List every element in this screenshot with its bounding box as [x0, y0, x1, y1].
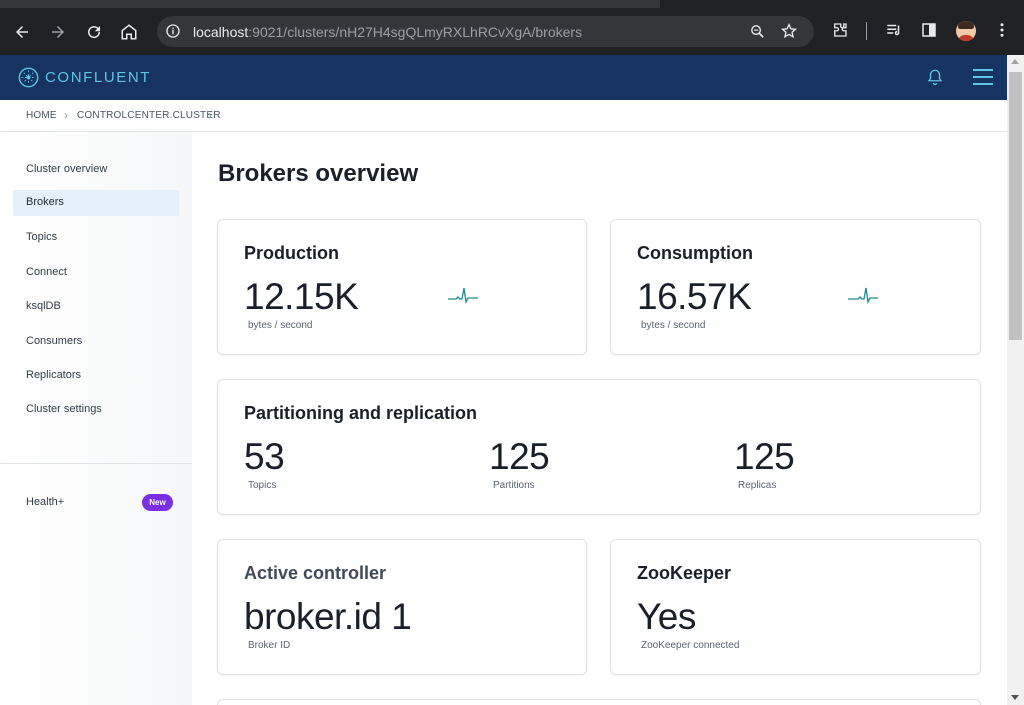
production-sparkline-icon [448, 287, 478, 305]
topics-count: 53 [244, 436, 285, 477]
avatar-hair [958, 21, 974, 29]
consumption-value: 16.57K [637, 276, 752, 317]
brand-name: CONFLUENT [45, 69, 152, 86]
side-panel-icon [922, 23, 936, 37]
active-controller-unit: Broker ID [248, 640, 291, 651]
url-text[interactable]: localhost:9021/clusters/nH27H4sgQLmyRXLh… [193, 24, 582, 40]
sidebar-divider [0, 463, 192, 464]
consumption-card[interactable]: Consumption 16.57K bytes / second [610, 219, 981, 355]
sidebar-item-connect[interactable]: Connect [13, 260, 179, 286]
back-button[interactable] [10, 20, 34, 44]
sidebar-item-cluster-overview[interactable]: Cluster overview [13, 157, 179, 183]
sidebar-item-label: Cluster overview [26, 163, 108, 175]
active-controller-value: broker.id 1 [244, 596, 412, 637]
url-host: localhost [193, 24, 249, 40]
sidebar-item-health-plus[interactable]: Health+ New [13, 493, 179, 513]
extensions-button[interactable] [829, 19, 851, 41]
partitioning-title: Partitioning and replication [244, 403, 478, 423]
consumption-title: Consumption [637, 243, 753, 263]
production-unit: bytes / second [248, 320, 313, 331]
reload-icon [88, 26, 101, 39]
home-button[interactable] [117, 20, 141, 44]
replicas-count: 125 [734, 436, 795, 477]
breadcrumb-cluster[interactable]: CONTROLCENTER.CLUSTER [77, 110, 221, 121]
sidebar-item-label: Connect [26, 266, 67, 278]
arrow-left-icon [16, 26, 28, 38]
kebab-menu-icon [1000, 23, 1004, 37]
sidebar-item-label: Brokers [26, 196, 64, 208]
sidebar-item-topics[interactable]: Topics [13, 225, 179, 251]
production-title: Production [244, 243, 339, 263]
tab-strip [0, 0, 1024, 8]
avatar-shirt [957, 35, 975, 41]
scroll-up-arrow-icon[interactable] [1011, 59, 1019, 64]
page-scrollbar[interactable] [1007, 55, 1024, 705]
partitioning-card[interactable]: Partitioning and replication 53 Topics 1… [217, 379, 981, 515]
consumption-sparkline-icon [848, 287, 878, 305]
zookeeper-value: Yes [637, 596, 696, 637]
scroll-down-arrow-icon[interactable] [1011, 695, 1019, 700]
reload-button[interactable] [82, 20, 106, 44]
page-title: Brokers overview [218, 160, 419, 187]
partitions-count: 125 [489, 436, 550, 477]
new-badge: New [142, 494, 173, 511]
active-controller-title: Active controller [244, 563, 387, 583]
forward-button[interactable] [46, 20, 70, 44]
zookeeper-unit: ZooKeeper connected [641, 640, 740, 651]
side-panel-button[interactable] [918, 19, 940, 41]
home-icon [121, 24, 137, 40]
zoom-icon[interactable] [749, 23, 766, 40]
zookeeper-title: ZooKeeper [637, 563, 732, 583]
active-controller-card[interactable]: Active controller broker.id 1 Broker ID [217, 539, 587, 675]
production-value: 12.15K [244, 276, 359, 317]
profile-avatar[interactable] [956, 21, 976, 41]
browser-toolbar: localhost:9021/clusters/nH27H4sgQLmyRXLh… [0, 0, 1024, 55]
url-path: :9021/clusters/nH27H4sgQLmyRXLhRCvXgA/br… [248, 24, 583, 40]
health-plus-label: Health+ [26, 496, 65, 508]
bookmark-star-icon[interactable] [780, 22, 798, 40]
topics-label: Topics [248, 480, 277, 491]
arrow-right-icon [52, 26, 64, 38]
notifications-bell-icon[interactable] [926, 68, 944, 86]
puzzle-icon [834, 23, 847, 37]
sidebar-item-consumers[interactable]: Consumers [13, 329, 179, 355]
reading-list-button[interactable] [883, 19, 905, 41]
breadcrumb-separator: › [208, 108, 212, 122]
sidebar-item-replicators[interactable]: Replicators [13, 363, 179, 389]
sidebar: Cluster overview Brokers Topics Connect … [0, 132, 192, 705]
sidebar-item-label: Consumers [26, 335, 83, 347]
breadcrumb-home[interactable]: HOME [26, 110, 57, 121]
production-card[interactable]: Production 12.15K bytes / second [217, 219, 587, 355]
active-tab-edge[interactable] [0, 0, 660, 8]
hamburger-menu-icon[interactable] [973, 68, 993, 86]
address-bar[interactable]: localhost:9021/clusters/nH27H4sgQLmyRXLh… [157, 16, 814, 47]
breadcrumb: HOME › CONTROLCENTER.CLUSTER › [0, 100, 1007, 132]
sidebar-item-ksqldb[interactable]: ksqlDB [13, 294, 179, 320]
sidebar-item-label: Replicators [26, 369, 82, 381]
sidebar-item-cluster-settings[interactable]: Cluster settings [13, 397, 179, 423]
confluent-logo-icon [18, 67, 39, 88]
sidebar-item-brokers[interactable]: Brokers [13, 190, 179, 216]
replicas-label: Replicas [738, 480, 777, 491]
next-card-partial [217, 699, 981, 705]
partitions-label: Partitions [493, 480, 535, 491]
consumption-unit: bytes / second [641, 320, 706, 331]
sidebar-item-label: Cluster settings [26, 403, 102, 415]
breadcrumb-separator: › [64, 108, 68, 122]
browser-menu-button[interactable] [991, 19, 1013, 41]
zookeeper-card[interactable]: ZooKeeper Yes ZooKeeper connected [610, 539, 981, 675]
app-header: CONFLUENT [0, 55, 1007, 100]
scrollbar-thumb[interactable] [1009, 72, 1022, 340]
media-queue-icon [887, 24, 900, 36]
info-icon[interactable] [165, 23, 181, 39]
sidebar-item-label: ksqlDB [26, 300, 61, 312]
confluent-logo[interactable]: CONFLUENT [18, 67, 151, 88]
sidebar-item-label: Topics [26, 231, 58, 243]
toolbar-separator [866, 22, 867, 40]
